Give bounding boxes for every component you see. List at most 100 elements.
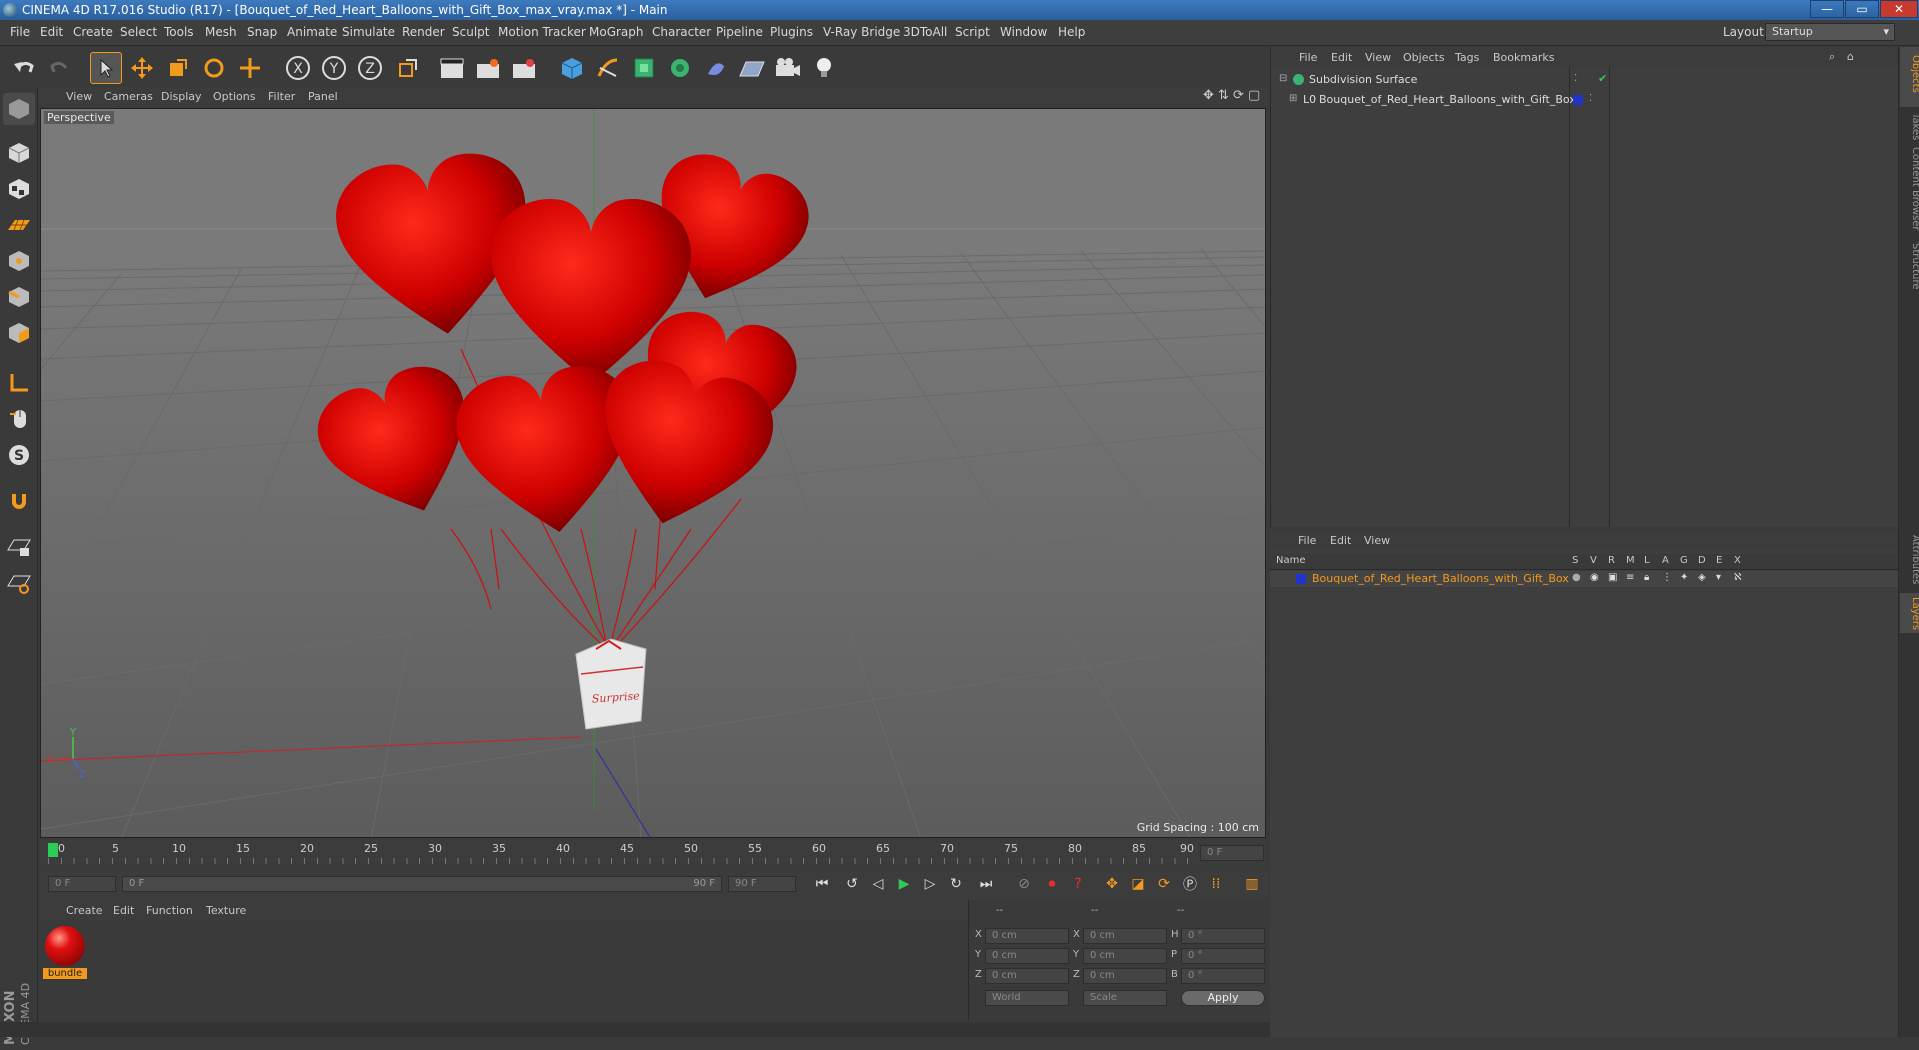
key-param-button[interactable]: Ⓟ xyxy=(1178,872,1202,896)
layer-col-r[interactable]: R xyxy=(1608,555,1615,566)
subdivision-button[interactable] xyxy=(628,52,660,84)
coordinate-system-button[interactable] xyxy=(392,52,424,84)
current-frame-field[interactable]: 0 F xyxy=(1200,845,1264,861)
layer-col-a[interactable]: A xyxy=(1662,555,1669,566)
material-swatch[interactable]: bundle xyxy=(43,926,87,984)
menu-help[interactable]: Help xyxy=(1058,25,1085,39)
viewport-zoom-icon[interactable]: ⇅ xyxy=(1218,88,1229,103)
viewport-menu-view[interactable]: View xyxy=(66,90,92,103)
spline-pen-button[interactable] xyxy=(592,52,624,84)
object-menu-file[interactable]: File xyxy=(1299,51,1317,64)
texture-mode-button[interactable] xyxy=(3,173,35,205)
menu-mesh[interactable]: Mesh xyxy=(205,25,237,39)
search-icon[interactable]: ⌕ xyxy=(1829,50,1835,64)
floor-button[interactable] xyxy=(736,52,768,84)
menu-create[interactable]: Create xyxy=(73,25,113,39)
object-menu-edit[interactable]: Edit xyxy=(1331,51,1352,64)
mograph-cloner-button[interactable] xyxy=(664,52,696,84)
prev-frame-button[interactable]: ◁ xyxy=(866,872,890,896)
coord-size-y[interactable]: 0 cm xyxy=(1083,948,1167,964)
playhead[interactable] xyxy=(48,843,58,857)
deformer-button[interactable] xyxy=(700,52,732,84)
close-button[interactable]: ✕ xyxy=(1880,0,1918,18)
xref-toggle-icon[interactable]: ℵ xyxy=(1734,572,1741,583)
cube-button[interactable] xyxy=(556,52,588,84)
layer-col-v[interactable]: V xyxy=(1590,555,1597,566)
maximize-button[interactable]: ▭ xyxy=(1845,0,1879,18)
coord-rot-h[interactable]: 0 ° xyxy=(1181,928,1265,944)
object-menu-tags[interactable]: Tags xyxy=(1455,51,1479,64)
layer-row[interactable]: Bouquet_of_Red_Heart_Balloons_with_Gift_… xyxy=(1270,571,1898,587)
layer-menu-file[interactable]: File xyxy=(1298,534,1316,547)
key-position-button[interactable]: ✥ xyxy=(1100,872,1124,896)
menu-render[interactable]: Render xyxy=(402,25,445,39)
layer-color-swatch[interactable] xyxy=(1573,95,1583,105)
minimize-button[interactable]: — xyxy=(1810,0,1844,18)
enabled-check-icon[interactable]: ✔ xyxy=(1598,72,1607,85)
layer-menu-view[interactable]: View xyxy=(1364,534,1390,547)
make-editable-button[interactable] xyxy=(3,93,35,125)
model-mode-button[interactable] xyxy=(3,137,35,169)
coord-pos-y[interactable]: 0 cm xyxy=(985,948,1069,964)
visibility-dots-icon[interactable]: ⁚ xyxy=(1589,93,1592,104)
solo-mode-button[interactable]: S xyxy=(3,439,35,471)
rotate-button[interactable] xyxy=(198,52,230,84)
light-button[interactable] xyxy=(808,52,840,84)
viewport-menu-panel[interactable]: Panel xyxy=(308,90,338,103)
object-row-bouquet[interactable]: ⊞ L0 Bouquet_of_Red_Heart_Balloons_with_… xyxy=(1271,91,1899,109)
snap-button[interactable] xyxy=(3,485,35,517)
camera-button[interactable] xyxy=(772,52,804,84)
coord-space-select[interactable]: World xyxy=(985,990,1069,1006)
coord-pos-z[interactable]: 0 cm xyxy=(985,968,1069,984)
menu-animate[interactable]: Animate xyxy=(287,25,337,39)
coord-pos-x[interactable]: 0 cm xyxy=(985,928,1069,944)
menu-snap[interactable]: Snap xyxy=(247,25,277,39)
layer-col-e[interactable]: E xyxy=(1716,555,1722,566)
prev-key-button[interactable]: ↺ xyxy=(840,872,864,896)
start-frame-field[interactable]: 0 F xyxy=(48,876,116,892)
menu-sculpt[interactable]: Sculpt xyxy=(452,25,489,39)
home-icon[interactable]: ⌂ xyxy=(1847,50,1854,63)
render-picture-viewer-button[interactable] xyxy=(472,52,504,84)
end-frame-field[interactable]: 90 F xyxy=(728,876,796,892)
layer-menu-edit[interactable]: Edit xyxy=(1330,534,1351,547)
menu-mograph[interactable]: MoGraph xyxy=(589,25,644,39)
keyframe-button[interactable]: ⊘ xyxy=(1012,872,1036,896)
object-menu-bookmarks[interactable]: Bookmarks xyxy=(1493,51,1554,64)
goto-end-button[interactable]: ⏭ xyxy=(974,872,998,896)
points-mode-button[interactable] xyxy=(3,245,35,277)
coord-size-x[interactable]: 0 cm xyxy=(1083,928,1167,944)
material-menu-texture[interactable]: Texture xyxy=(206,904,246,917)
animation-toggle-icon[interactable]: ⋮ xyxy=(1662,572,1672,583)
tab-content-browser[interactable]: Content Browser xyxy=(1910,147,1919,231)
layer-col-g[interactable]: G xyxy=(1680,555,1688,566)
coord-mode-select[interactable]: Scale xyxy=(1083,990,1167,1006)
viewport-rotate-icon[interactable]: ⟳ xyxy=(1233,88,1244,103)
layout-select[interactable]: Startup ▾ xyxy=(1765,23,1895,41)
manager-toggle-icon[interactable]: ≡ xyxy=(1626,572,1634,583)
edges-mode-button[interactable] xyxy=(3,281,35,313)
viewport-menu-filter[interactable]: Filter xyxy=(268,90,295,103)
viewport-menu-options[interactable]: Options xyxy=(213,90,255,103)
menu-motion-tracker[interactable]: Motion Tracker xyxy=(498,25,586,39)
expand-icon[interactable]: ⊞ xyxy=(1289,93,1297,104)
tab-layers[interactable]: Layers xyxy=(1910,597,1919,630)
layer-col-s[interactable]: S xyxy=(1572,555,1578,566)
collapse-icon[interactable]: ⊟ xyxy=(1279,73,1287,84)
move-button[interactable] xyxy=(126,52,158,84)
menu-pipeline[interactable]: Pipeline xyxy=(716,25,763,39)
menu-file[interactable]: File xyxy=(10,25,30,39)
viewport-menu-display[interactable]: Display xyxy=(161,90,202,103)
deformer-toggle-icon[interactable]: ◈ xyxy=(1698,572,1706,583)
key-scale-button[interactable]: ◪ xyxy=(1126,872,1150,896)
next-frame-button[interactable]: ▷ xyxy=(918,872,942,896)
menu-vray-bridge[interactable]: V-Ray Bridge xyxy=(823,25,900,39)
layer-col-l[interactable]: L xyxy=(1644,555,1650,566)
redo-button[interactable] xyxy=(44,52,76,84)
coord-size-z[interactable]: 0 cm xyxy=(1083,968,1167,984)
transform-button[interactable] xyxy=(234,52,266,84)
tab-takes[interactable]: Takes xyxy=(1910,112,1919,140)
record-button[interactable]: ⏺ xyxy=(1040,872,1064,896)
coord-rot-p[interactable]: 0 ° xyxy=(1181,948,1265,964)
menu-window[interactable]: Window xyxy=(1000,25,1047,39)
